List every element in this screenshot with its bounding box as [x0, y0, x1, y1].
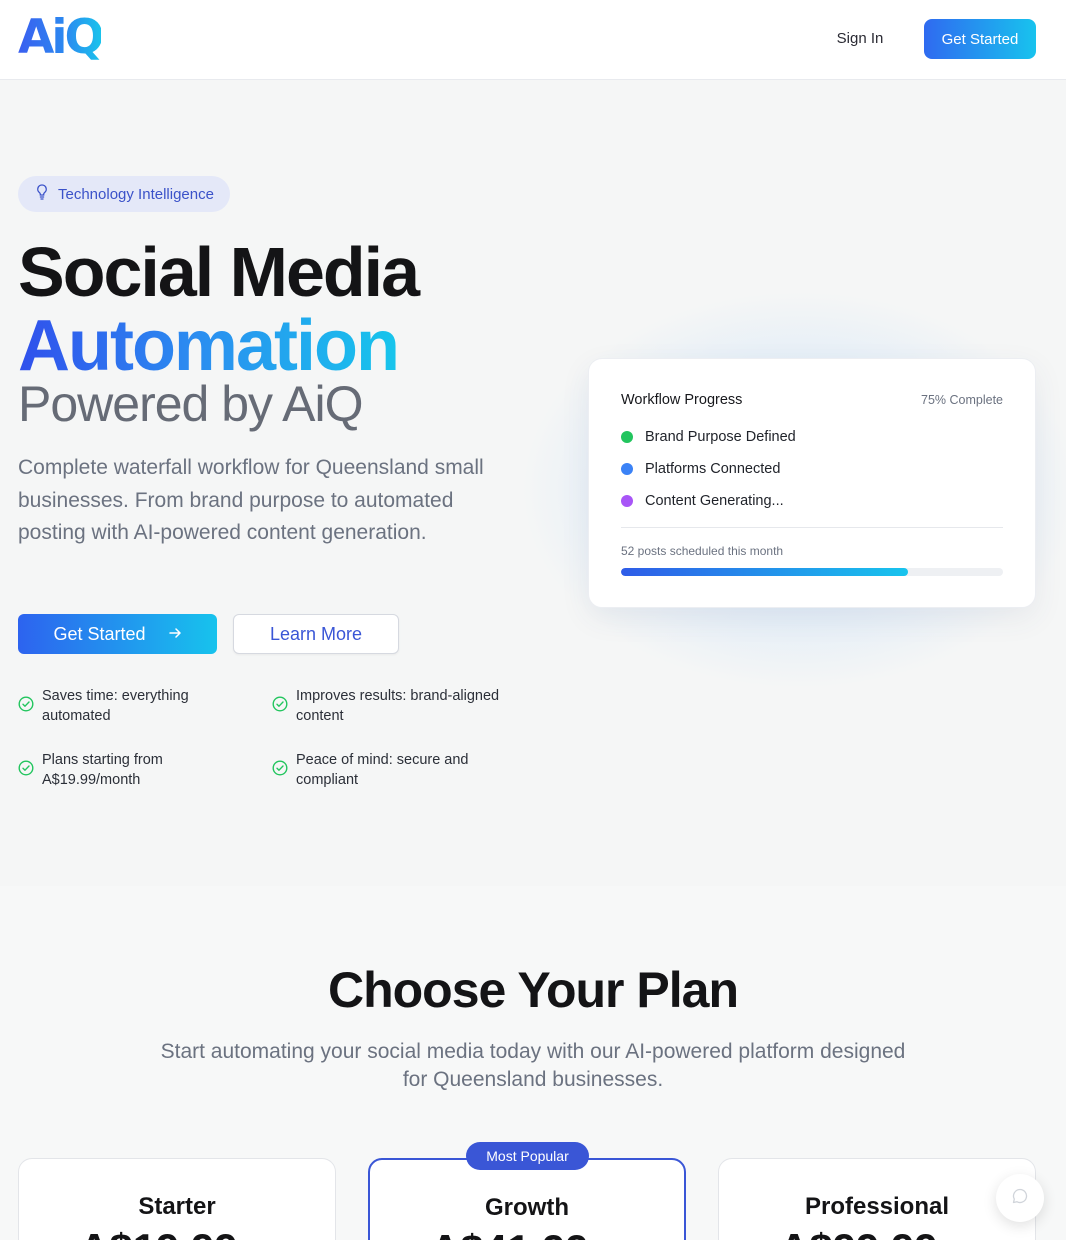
pricing-subtitle: Start automating your social media today…: [160, 1040, 906, 1091]
workflow-step: Platforms Connected: [621, 461, 780, 477]
pricing-section: Choose Your Plan Start automating your s…: [0, 886, 1066, 1240]
plan-card-professional[interactable]: Professional A$99.99: [718, 1158, 1036, 1240]
feature-item: Peace of mind: secure and compliant: [272, 750, 502, 790]
workflow-step-label: Brand Purpose Defined: [645, 429, 796, 445]
plan-card-starter[interactable]: Starter A$19.99: [18, 1158, 336, 1240]
status-dot: [621, 463, 633, 475]
workflow-step-label: Content Generating...: [645, 493, 784, 509]
progress-bar-fill: [621, 568, 908, 576]
divider: [621, 527, 1003, 528]
chat-launcher-button[interactable]: [996, 1174, 1044, 1222]
sign-in-button[interactable]: Sign In: [826, 27, 894, 51]
scheduled-posts-note: 52 posts scheduled this month: [621, 544, 784, 558]
status-dot: [621, 431, 633, 443]
status-dot: [621, 495, 633, 507]
badge-label: Technology Intelligence: [58, 185, 214, 203]
feature-text: Improves results: brand-aligned content: [296, 688, 500, 724]
progress-bar: [621, 568, 1003, 576]
workflow-title: Workflow Progress: [621, 392, 743, 408]
hero-description: Complete waterfall workflow for Queensla…: [18, 456, 484, 544]
workflow-progress-card: Workflow Progress 75% Complete Brand Pur…: [588, 358, 1036, 608]
hero-title-line3: Powered by AiQ: [18, 376, 364, 432]
top-nav: AiQ Sign In Get Started: [0, 0, 1066, 80]
hero-section: Technology Intelligence Social Media Aut…: [0, 80, 1066, 886]
workflow-step: Brand Purpose Defined: [621, 429, 796, 445]
hero-get-started-button[interactable]: Get Started: [18, 614, 217, 654]
feature-text: Saves time: everything automated: [42, 688, 189, 724]
feature-item: Plans starting from A$19.99/month: [18, 750, 248, 790]
plan-name: Growth: [485, 1194, 569, 1221]
plan-price: A$99.99: [779, 1225, 938, 1240]
workflow-percent: 75% Complete: [921, 393, 1003, 407]
workflow-step: Content Generating...: [621, 493, 784, 509]
feature-text: Peace of mind: secure and compliant: [296, 752, 469, 788]
check-circle-icon: [272, 696, 288, 712]
feature-item: Saves time: everything automated: [18, 686, 248, 726]
check-circle-icon: [18, 696, 34, 712]
logo[interactable]: AiQ: [18, 10, 104, 66]
header-get-started-button[interactable]: Get Started: [924, 19, 1036, 59]
plan-price: A$19.99: [79, 1225, 238, 1240]
arrow-right-icon: [168, 624, 182, 645]
hero-title-line2: Automation: [18, 306, 400, 386]
check-circle-icon: [272, 760, 288, 776]
pricing-title: Choose Your Plan: [327, 962, 739, 1018]
feature-item: Improves results: brand-aligned content: [272, 686, 502, 726]
workflow-step-label: Platforms Connected: [645, 461, 781, 477]
plan-card-growth[interactable]: Growth A$41.99: [368, 1158, 686, 1240]
check-circle-icon: [18, 760, 34, 776]
learn-more-button[interactable]: Learn More: [233, 614, 399, 654]
category-badge: Technology Intelligence: [18, 176, 230, 212]
hero-get-started-label: Get Started: [53, 623, 146, 644]
most-popular-badge: Most Popular: [466, 1142, 589, 1170]
feature-text: Plans starting from A$19.99/month: [42, 752, 163, 788]
plan-price: A$41.99: [430, 1226, 589, 1240]
lightbulb-icon: [36, 183, 48, 205]
hero-title-line1: Social Media: [18, 233, 420, 311]
plan-name: Starter: [138, 1193, 216, 1220]
plan-name: Professional: [804, 1193, 950, 1220]
chat-icon: [1011, 1187, 1029, 1210]
